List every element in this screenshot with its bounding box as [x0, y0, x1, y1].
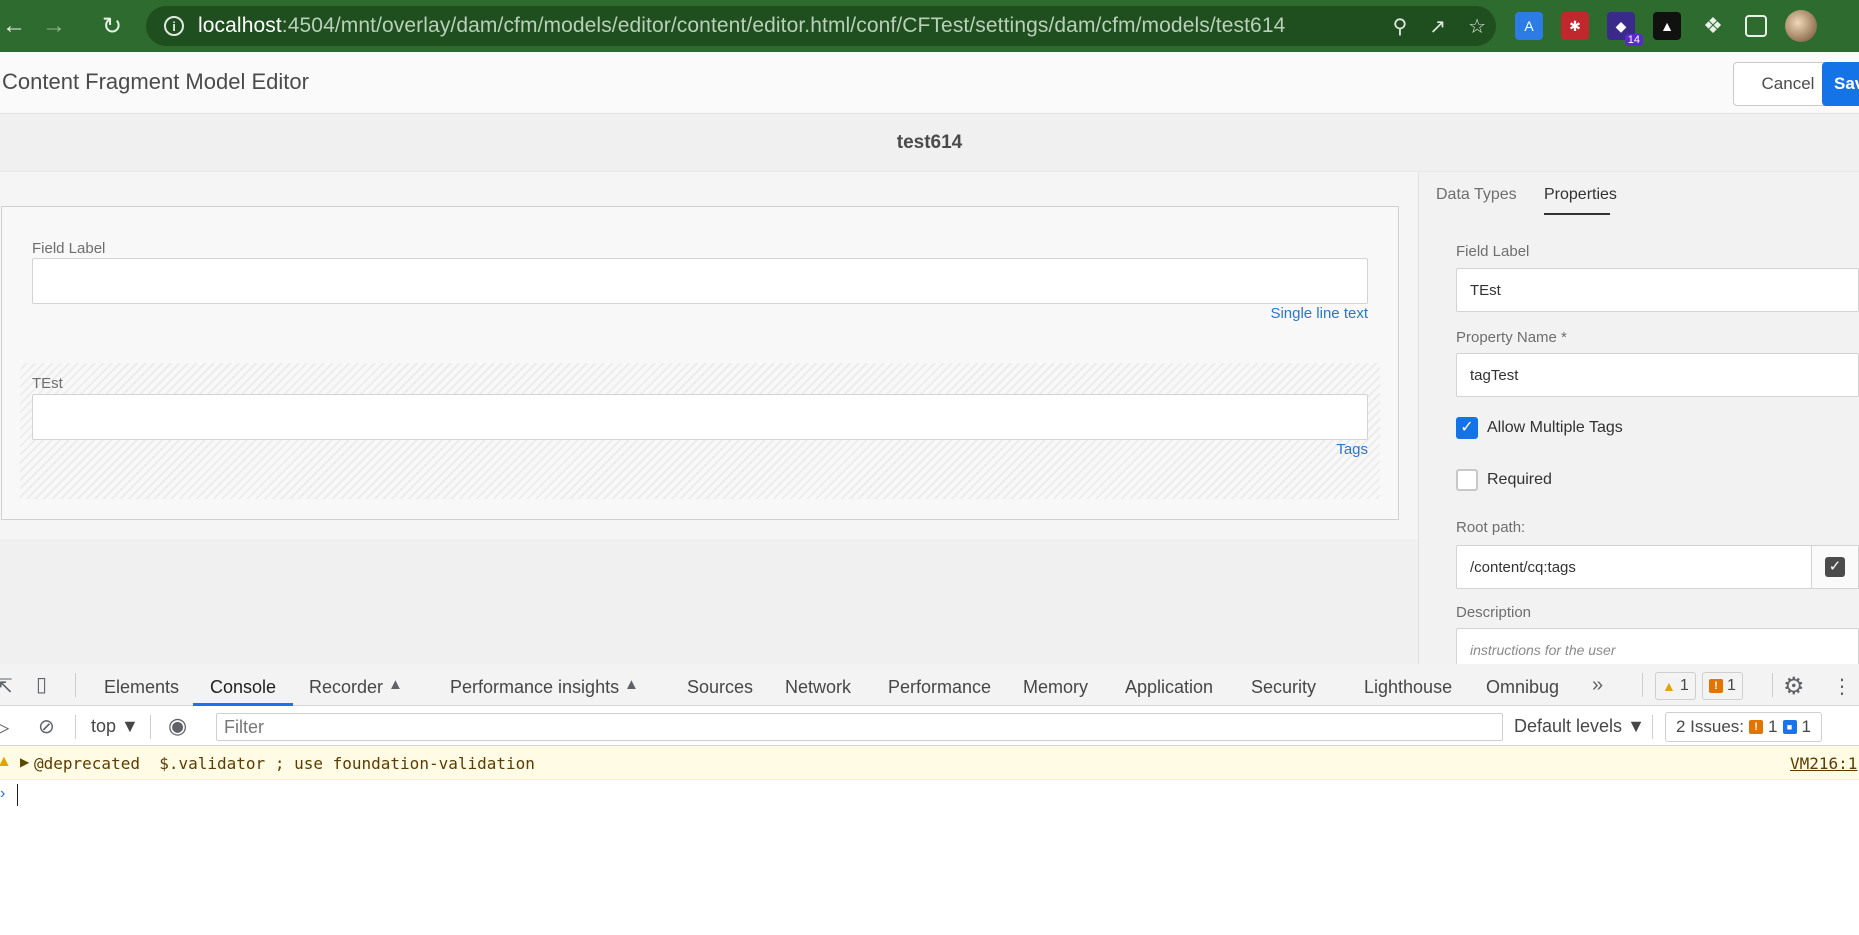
issue-warning-icon: ! — [1749, 720, 1764, 734]
side-panel-icon[interactable] — [1745, 15, 1767, 37]
root-path-label: Root path: — [1456, 519, 1526, 536]
separator — [75, 715, 76, 739]
field-label-label: Field Label — [1456, 243, 1530, 260]
log-levels-dropdown[interactable]: Default levels ▼ — [1514, 716, 1645, 737]
more-tabs-icon[interactable]: » — [1592, 674, 1603, 697]
devtools-tab-lighthouse[interactable]: Lighthouse — [1364, 677, 1452, 698]
devtools-tab-memory[interactable]: Memory — [1023, 677, 1088, 698]
issues-button[interactable]: 2 Issues: ! 1 ■ 1 — [1665, 712, 1822, 742]
console-filter-input[interactable]: Filter — [216, 713, 1503, 741]
separator — [75, 673, 76, 697]
separator — [1642, 673, 1643, 697]
console-source-link[interactable]: VM216:1 — [1790, 754, 1857, 773]
flask-icon: ▲ — [388, 676, 403, 693]
tab-data-types[interactable]: Data Types — [1436, 186, 1517, 204]
field-preview-input — [32, 258, 1368, 304]
warning-icon: ▲ — [0, 753, 12, 770]
devtools-tab-omnibug[interactable]: Omnibug — [1486, 677, 1559, 698]
clear-console-icon[interactable]: ⊘ — [38, 714, 55, 739]
save-button[interactable]: Save — [1822, 62, 1859, 106]
sidebar-toggle-icon[interactable]: ▷ — [0, 715, 9, 740]
reload-icon[interactable]: ↻ — [90, 4, 134, 48]
field-type-label: Tags — [1336, 441, 1368, 458]
checkmark-icon: ✓ — [1825, 557, 1845, 577]
field-type-label: Single line text — [1270, 305, 1368, 322]
profile-avatar[interactable] — [1785, 10, 1817, 42]
property-name-label: Property Name * — [1456, 329, 1567, 346]
console-input-caret[interactable] — [17, 784, 18, 806]
canvas-footer-area — [0, 539, 1418, 664]
share-icon[interactable]: ↗ — [1429, 14, 1446, 39]
devtools-tab-application[interactable]: Application — [1125, 677, 1213, 698]
address-bar[interactable]: i localhost:4504/mnt/overlay/dam/cfm/mod… — [146, 6, 1496, 46]
field-label-input[interactable]: TEst — [1456, 268, 1859, 312]
root-path-input[interactable]: /content/cq:tags — [1456, 545, 1812, 589]
devtools-tab-performance[interactable]: Performance — [888, 677, 991, 698]
live-expression-eye-icon[interactable]: ◉ — [168, 713, 187, 739]
url-text[interactable]: localhost:4504/mnt/overlay/dam/cfm/model… — [198, 14, 1285, 38]
devtools-tab-recorder[interactable]: Recorder — [309, 677, 383, 698]
field-tags[interactable]: TEst Tags — [20, 363, 1380, 499]
field-label: Field Label — [32, 240, 106, 257]
console-prompt-icon: › — [0, 785, 6, 802]
required-label: Required — [1487, 471, 1552, 488]
tab-properties[interactable]: Properties — [1544, 186, 1617, 204]
errors-badge[interactable]: ! 1 — [1702, 672, 1743, 700]
allow-multiple-tags-label: Allow Multiple Tags — [1487, 419, 1623, 436]
model-name: test614 — [896, 132, 963, 153]
devtools-tab-performance-insights[interactable]: Performance insights — [450, 677, 619, 698]
adobe-extension-icon[interactable]: ▲ — [1653, 12, 1681, 40]
field-preview-input — [32, 394, 1368, 440]
flask-icon: ▲ — [624, 676, 639, 693]
field-single-line-text[interactable]: Field Label Single line text — [20, 232, 1380, 332]
field-label: TEst — [32, 375, 63, 392]
separator — [1772, 673, 1773, 697]
extension-badge: 14 — [1624, 34, 1643, 46]
devtools-tab-security[interactable]: Security — [1251, 677, 1316, 698]
app-header: Content Fragment Model Editor Cancel Sav… — [0, 52, 1859, 114]
page-title: Content Fragment Model Editor — [2, 69, 309, 94]
allow-multiple-tags-checkbox[interactable]: ✓ — [1456, 417, 1478, 439]
warnings-badge[interactable]: ▲ 1 — [1655, 672, 1696, 700]
active-tab-indicator — [1544, 213, 1610, 215]
required-checkbox[interactable] — [1456, 469, 1478, 491]
model-title-bar: test614 — [0, 114, 1859, 172]
console-message: @deprecated $.validator ; use foundation… — [34, 754, 535, 773]
settings-gear-icon[interactable]: ⚙ — [1783, 672, 1805, 701]
more-options-icon[interactable]: ⋮ — [1832, 674, 1852, 699]
devtools-tab-elements[interactable]: Elements — [104, 677, 179, 698]
devtools-tab-console[interactable]: Console — [210, 677, 276, 698]
forward-icon[interactable]: → — [32, 4, 76, 48]
root-path-picker-button[interactable]: ✓ — [1811, 545, 1859, 589]
browser-toolbar: ← → ↻ i localhost:4504/mnt/overlay/dam/c… — [0, 0, 1859, 52]
separator — [150, 715, 151, 739]
issue-info-icon: ■ — [1782, 720, 1797, 734]
property-name-input[interactable]: tagTest — [1456, 353, 1859, 397]
inspect-element-icon[interactable]: ⇱ — [0, 674, 13, 699]
device-toolbar-icon[interactable]: ▯ — [36, 672, 47, 697]
devtools-tab-network[interactable]: Network — [785, 677, 851, 698]
console-warning-row[interactable]: ▲ ▶ @deprecated $.validator ; use founda… — [0, 746, 1859, 780]
extensions-puzzle-icon[interactable]: ❖ — [1699, 12, 1727, 40]
red-extension-icon[interactable]: ✱ — [1561, 12, 1589, 40]
devtools-tab-sources[interactable]: Sources — [687, 677, 753, 698]
back-icon[interactable]: ← — [0, 4, 36, 48]
issue-warning-icon: ! — [1709, 679, 1723, 693]
context-selector[interactable]: top ▼ — [91, 716, 139, 737]
zoom-icon[interactable]: ⚲ — [1393, 14, 1408, 39]
description-label: Description — [1456, 604, 1532, 621]
expand-arrow-icon[interactable]: ▶ — [20, 755, 29, 769]
warning-icon: ▲ — [1662, 678, 1676, 694]
translate-extension-icon[interactable]: A — [1515, 12, 1543, 40]
purple-extension-icon[interactable]: ◆ 14 — [1607, 12, 1643, 46]
site-info-icon[interactable]: i — [164, 16, 184, 36]
separator — [1652, 715, 1653, 739]
bookmark-star-icon[interactable]: ☆ — [1468, 14, 1486, 39]
